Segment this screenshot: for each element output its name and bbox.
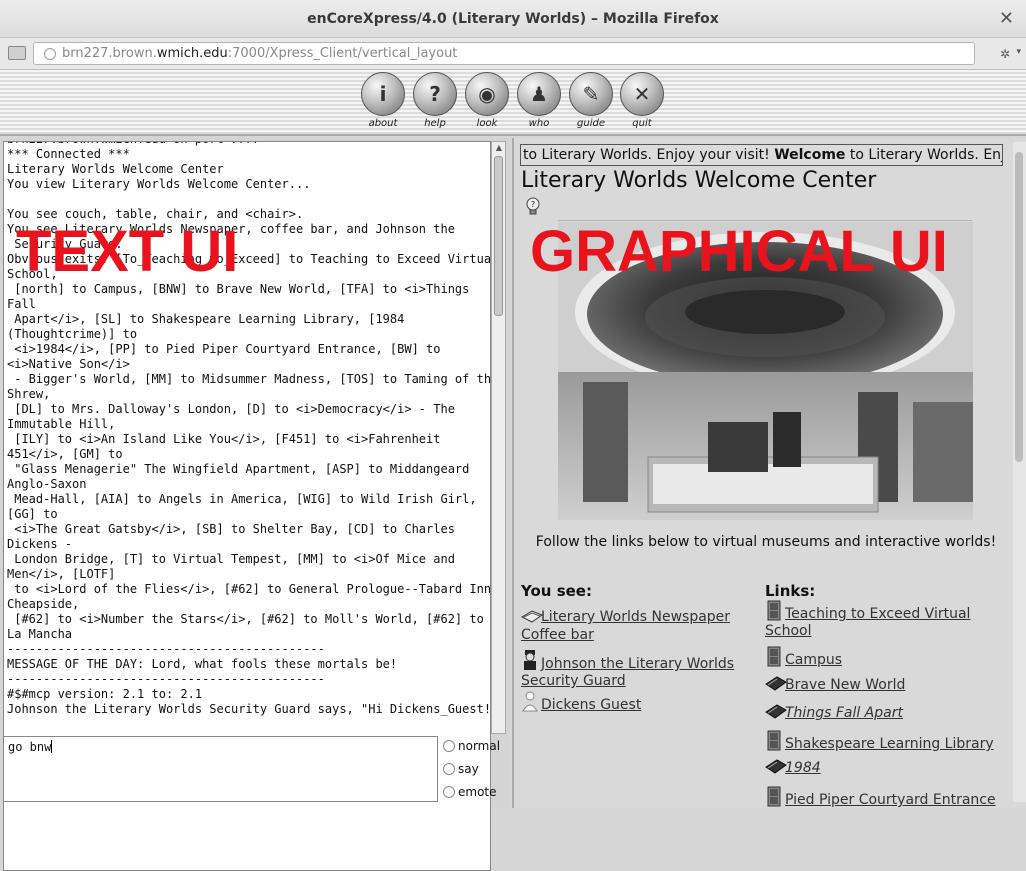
radio-icon[interactable] xyxy=(443,740,455,752)
navigation-bar: brn227.brown.wmich.edu:7000/Xpress_Clien… xyxy=(0,38,1026,70)
guide-icon: ✎ xyxy=(569,72,613,116)
window-title: enCoreXpress/4.0 (Literary Worlds) – Moz… xyxy=(307,11,719,27)
room-link-1[interactable]: Campus xyxy=(765,645,1005,669)
links-heading: Links: xyxy=(765,582,816,600)
book-icon xyxy=(765,757,787,777)
book-icon xyxy=(765,702,787,722)
book-icon xyxy=(765,674,787,694)
object-link-coffee-bar[interactable]: Coffee bar xyxy=(521,627,594,644)
url-field[interactable]: brn227.brown.wmich.edu:7000/Xpress_Clien… xyxy=(33,42,975,65)
toolbar-about-button[interactable]: i about xyxy=(360,72,406,129)
door-icon xyxy=(765,785,783,807)
globe-icon xyxy=(44,48,56,60)
window-titlebar: enCoreXpress/4.0 (Literary Worlds) – Moz… xyxy=(0,0,1026,38)
room-link-4[interactable]: Shakespeare Learning Library xyxy=(765,729,1005,753)
toolbar-help-button[interactable]: ? help xyxy=(412,72,458,129)
toolbar-look-button[interactable]: ◉ look xyxy=(464,72,510,129)
chevron-down-icon[interactable]: ▾ xyxy=(1016,47,1021,57)
text-log-scrollbar[interactable]: ▲ xyxy=(491,141,506,734)
who-icon: ♟ xyxy=(517,72,561,116)
follow-links-text: Follow the links below to virtual museum… xyxy=(535,534,997,550)
toolbar-button-label: about xyxy=(368,118,398,129)
room-link-label[interactable]: Campus xyxy=(785,652,842,668)
room-link-label[interactable]: Pied Piper Courtyard Entrance xyxy=(785,792,996,808)
room-link-label[interactable]: 1984 xyxy=(785,760,821,776)
room-link-3[interactable]: Things Fall Apart xyxy=(765,702,1005,722)
close-icon[interactable]: ✕ xyxy=(999,8,1014,29)
you-see-heading: You see: xyxy=(521,582,592,600)
room-link-0[interactable]: Teaching to Exceed Virtual School xyxy=(765,599,1005,640)
object-link-dickens-guest[interactable]: Dickens Guest xyxy=(521,690,641,714)
guard-icon xyxy=(521,649,539,670)
toolbar-button-label: help xyxy=(424,118,446,129)
room-link-6[interactable]: Pied Piper Courtyard Entrance xyxy=(765,785,1005,809)
graphical-ui-overlay-label: GRAPHICAL UI xyxy=(530,219,948,284)
room-link-label[interactable]: Things Fall Apart xyxy=(785,705,903,721)
mode-radio-say[interactable]: say xyxy=(443,762,479,776)
object-link-security-guard[interactable]: Johnson the Literary Worlds Security Gua… xyxy=(521,649,756,690)
extension-icon[interactable]: ✲ xyxy=(1000,47,1010,61)
scroll-up-icon[interactable]: ▲ xyxy=(494,143,504,153)
client-toolbar: i about? help ◉ look ♟ who ✎ guide ✕ quit xyxy=(0,70,1026,136)
lightbulb-icon[interactable]: ? xyxy=(525,197,541,217)
sidebar-icon[interactable] xyxy=(8,46,26,60)
svg-text:?: ? xyxy=(531,200,535,209)
room-title: Literary Worlds Welcome Center xyxy=(521,168,877,193)
door-icon xyxy=(765,729,783,751)
url-text: brn227.brown.wmich.edu:7000/Xpress_Clien… xyxy=(62,46,458,61)
radio-icon[interactable] xyxy=(443,763,455,775)
command-input[interactable]: go bnw xyxy=(3,736,438,802)
text-ui-overlay-label: TEXT UI xyxy=(16,219,239,284)
room-link-label[interactable]: Teaching to Exceed Virtual School xyxy=(765,606,970,639)
command-input-value: go bnw xyxy=(8,740,52,754)
mode-radio-emote[interactable]: emote xyxy=(443,785,497,799)
mode-radio-normal[interactable]: normal xyxy=(443,739,500,753)
help-icon: ? xyxy=(413,72,457,116)
graphical-panel-scrollbar[interactable] xyxy=(1013,142,1026,802)
look-icon: ◉ xyxy=(465,72,509,116)
object-link-newspaper[interactable]: Literary Worlds Newspaper xyxy=(520,608,756,628)
room-link-2[interactable]: Brave New World xyxy=(765,674,1005,694)
newspaper-icon xyxy=(520,608,544,628)
scrollbar-thumb[interactable] xyxy=(1015,152,1023,462)
guest-icon xyxy=(521,690,539,712)
scrollbar-thumb[interactable] xyxy=(494,156,503,316)
room-link-5[interactable]: 1984 xyxy=(765,757,1005,777)
radio-icon[interactable] xyxy=(443,786,455,798)
room-link-label[interactable]: Shakespeare Learning Library xyxy=(785,736,994,752)
welcome-marquee: to Literary Worlds. Enjoy your visit! We… xyxy=(520,144,1003,166)
toolbar-button-label: guide xyxy=(577,118,605,129)
toolbar-button-label: who xyxy=(528,118,550,129)
door-icon xyxy=(765,599,783,621)
toolbar-button-label: quit xyxy=(632,118,652,129)
toolbar-guide-button[interactable]: ✎ guide xyxy=(568,72,614,129)
room-link-label[interactable]: Brave New World xyxy=(785,677,905,693)
toolbar-button-label: look xyxy=(476,118,498,129)
toolbar-quit-button[interactable]: ✕ quit xyxy=(619,72,665,129)
quit-icon: ✕ xyxy=(620,72,664,116)
door-icon xyxy=(765,645,783,667)
toolbar-who-button[interactable]: ♟ who xyxy=(516,72,562,129)
about-icon: i xyxy=(361,72,405,116)
